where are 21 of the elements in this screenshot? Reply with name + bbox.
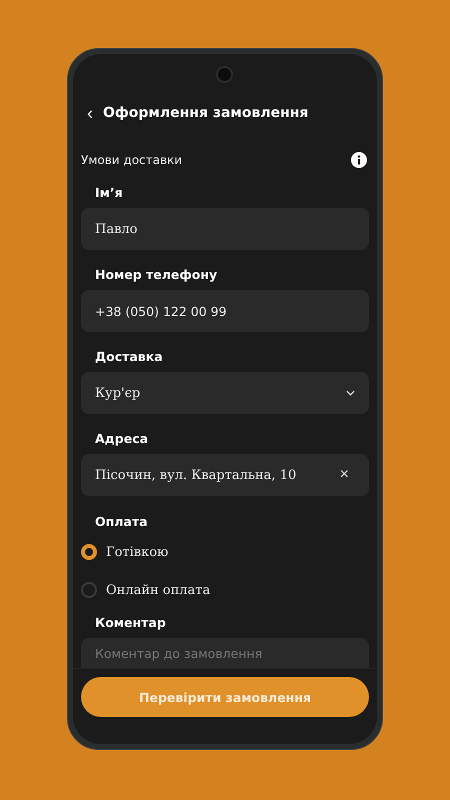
field-label: Адреса xyxy=(95,431,150,446)
screen-title: Оформлення замовлення xyxy=(103,105,308,121)
info-icon[interactable] xyxy=(351,152,367,168)
input-field[interactable]: Пісочин, вул. Квартальна, 10 × xyxy=(81,454,369,496)
clear-button[interactable]: × xyxy=(334,467,355,483)
field-label: Оплата xyxy=(95,514,149,529)
radio-label[interactable]: Готівкою xyxy=(106,544,168,560)
chevron-down-icon xyxy=(346,390,355,396)
field-label: Ім’я xyxy=(95,185,124,200)
camera-icon xyxy=(216,66,233,83)
radio-label[interactable]: Онлайн оплата xyxy=(106,582,210,598)
input-field[interactable]: +38 (050) 122 00 99 xyxy=(81,290,369,332)
radio-button[interactable] xyxy=(81,544,97,560)
field-label: Номер телефону xyxy=(95,267,218,282)
field-label: Коментар xyxy=(95,615,167,630)
radio-button[interactable] xyxy=(81,582,97,598)
delivery-dropdown[interactable]: Кур'єр xyxy=(81,372,369,414)
input-field[interactable]: Павло xyxy=(81,208,369,250)
field-label: Доставка xyxy=(95,349,164,364)
back-button[interactable]: ‹ xyxy=(85,104,95,122)
section-title: Умови доставки xyxy=(81,153,182,167)
